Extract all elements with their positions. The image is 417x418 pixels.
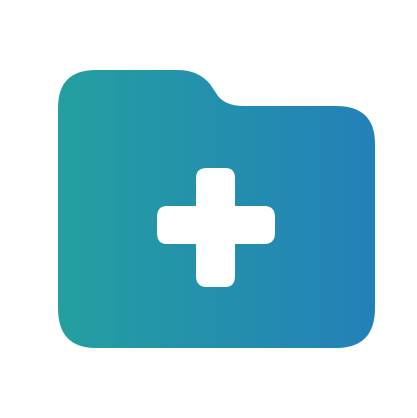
icon-canvas (0, 0, 417, 418)
add-folder-icon[interactable] (0, 0, 417, 418)
folder-plus-graphic (58, 70, 375, 348)
